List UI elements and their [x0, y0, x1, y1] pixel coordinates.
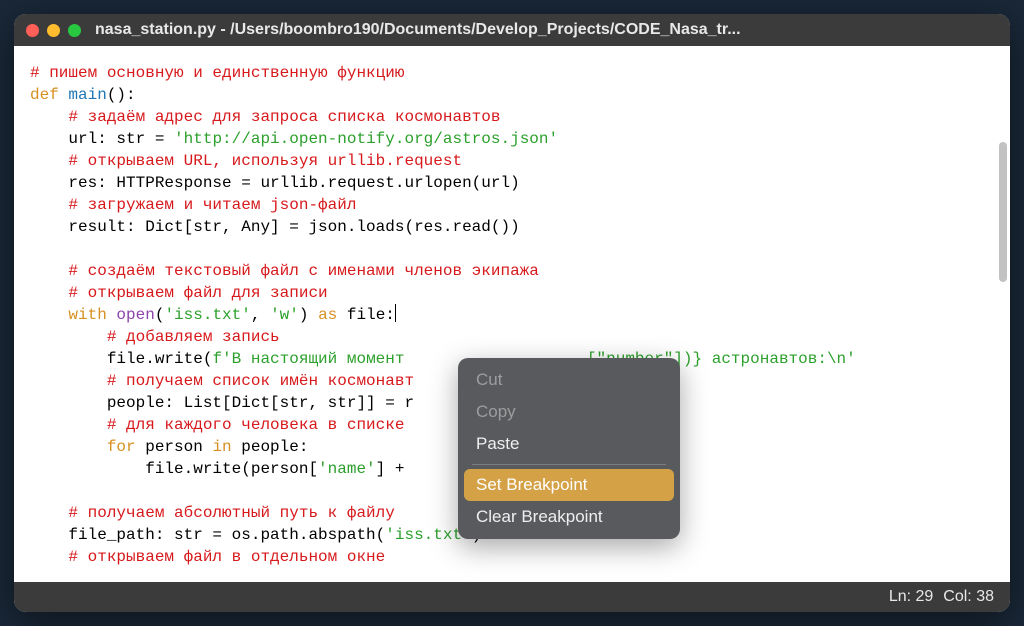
code-keyword: with: [68, 306, 106, 324]
text-cursor: [395, 304, 396, 322]
titlebar: nasa_station.py - /Users/boombro190/Docu…: [14, 14, 1010, 46]
code-builtin: open: [116, 306, 154, 324]
code-punct: (: [155, 306, 165, 324]
code-text: file.write(: [107, 350, 213, 368]
code-string: астронавтов:\n': [702, 350, 856, 368]
code-text: people: List[Dict[str, str]] = r: [107, 394, 414, 412]
code-comment: # пишем основную и единственную функцию: [30, 64, 404, 82]
code-string: f'В настоящий момент: [212, 350, 414, 368]
code-keyword: def: [30, 86, 59, 104]
code-comment: # открываем файл в отдельном окне: [68, 548, 385, 566]
menu-set-breakpoint[interactable]: Set Breakpoint: [464, 469, 674, 501]
code-punct: ,: [251, 306, 270, 324]
menu-cut[interactable]: Cut: [464, 364, 674, 396]
code-comment: # загружаем и читаем json-файл: [68, 196, 356, 214]
status-line: Ln: 29: [889, 588, 933, 606]
context-menu: Cut Copy Paste Set Breakpoint Clear Brea…: [458, 358, 680, 539]
code-string: 'w': [270, 306, 299, 324]
code-keyword: for: [107, 438, 136, 456]
code-text: file.write(person[: [145, 460, 318, 478]
code-comment: # создаём текстовый файл с именами члено…: [68, 262, 538, 280]
code-string: 'http://api.open-notify.org/astros.json': [174, 130, 558, 148]
code-text: ] +: [376, 460, 414, 478]
status-col: Col: 38: [943, 588, 994, 606]
window-title: nasa_station.py - /Users/boombro190/Docu…: [95, 21, 998, 39]
minimize-icon[interactable]: [47, 24, 60, 37]
code-text: person: [136, 438, 213, 456]
maximize-icon[interactable]: [68, 24, 81, 37]
code-text: res: HTTPResponse = urllib.request.urlop…: [68, 174, 519, 192]
vertical-scrollbar[interactable]: [999, 142, 1007, 282]
code-string: 'iss.txt': [164, 306, 250, 324]
code-text: url: str =: [68, 130, 174, 148]
code-punct: ): [299, 306, 318, 324]
code-keyword: as: [318, 306, 337, 324]
code-comment: # добавляем запись: [107, 328, 280, 346]
code-text: people:: [232, 438, 309, 456]
code-comment: # получаем список имён космонавт: [107, 372, 414, 390]
menu-copy[interactable]: Copy: [464, 396, 674, 428]
traffic-lights: [26, 24, 81, 37]
code-text: file:: [337, 306, 395, 324]
code-text: result: Dict[str, Any] = json.loads(res.…: [68, 218, 519, 236]
code-text: file_path: str = os.path.abspath(: [68, 526, 385, 544]
close-icon[interactable]: [26, 24, 39, 37]
statusbar: Ln: 29 Col: 38: [14, 582, 1010, 612]
code-funcname: main: [68, 86, 106, 104]
code-comment: # для каждого человека в списке: [107, 416, 405, 434]
code-string: 'name': [318, 460, 376, 478]
menu-clear-breakpoint[interactable]: Clear Breakpoint: [464, 501, 674, 533]
menu-paste[interactable]: Paste: [464, 428, 674, 460]
code-comment: # получаем абсолютный путь к файлу: [68, 504, 394, 522]
menu-separator: [472, 464, 666, 465]
code-keyword: in: [212, 438, 231, 456]
code-comment: # открываем файл для записи: [68, 284, 327, 302]
code-punct: ():: [107, 86, 136, 104]
code-comment: # задаём адрес для запроса списка космон…: [68, 108, 500, 126]
code-comment: # открываем URL, используя urllib.reques…: [68, 152, 462, 170]
